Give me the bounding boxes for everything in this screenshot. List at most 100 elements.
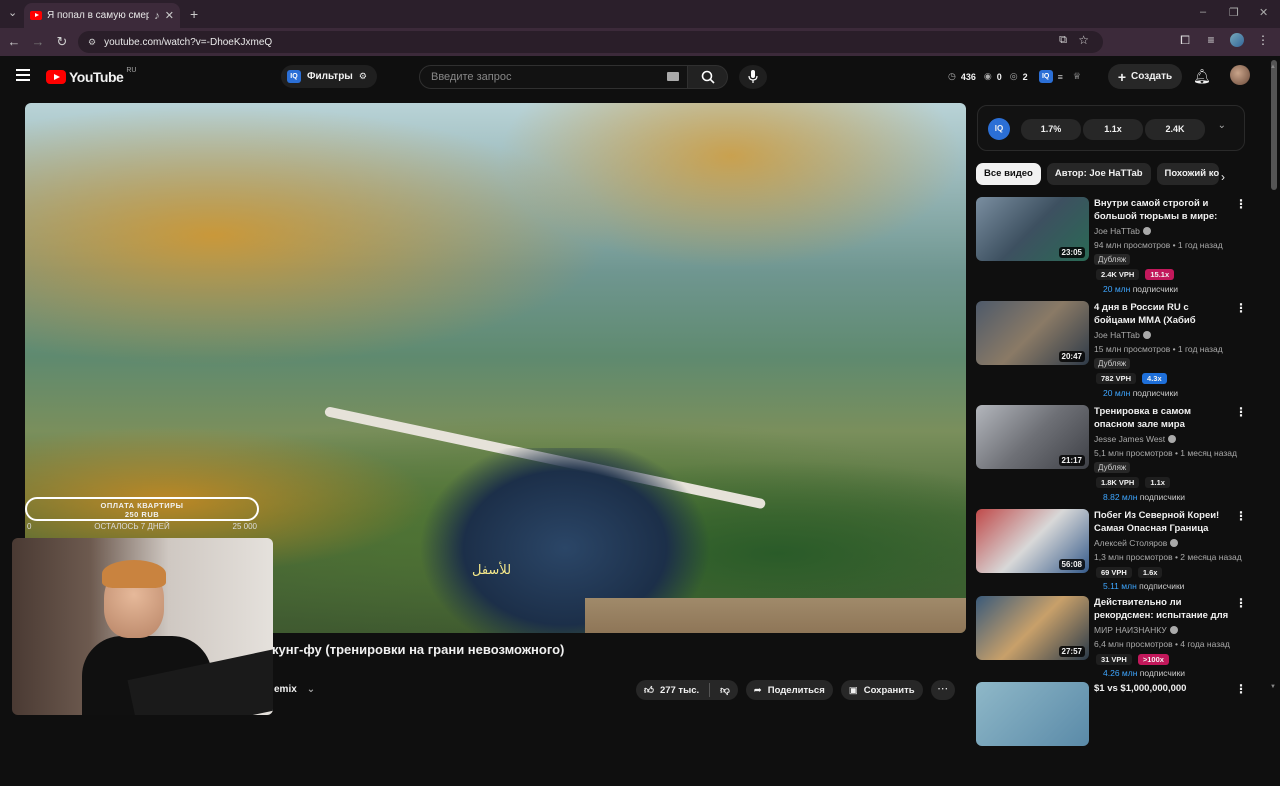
minimize-icon[interactable]: – [1200,6,1206,18]
recommendation-title[interactable]: 4 дня в России RU с бойцами MMA (Хабиб Н… [1094,301,1230,327]
video-duration: 27:57 [1058,646,1085,657]
recommendation-thumbnail[interactable]: 27:57 [976,596,1089,660]
like-dislike-group[interactable]: 👍︎ 277 тыс. 👎︎ [636,680,738,700]
channel-chevron-icon[interactable]: ⌄ [307,684,315,695]
tab-search-chevron-icon[interactable]: ⌄ [8,6,17,19]
subs-word: подписчики [1139,668,1186,678]
recommendation-card[interactable]: 23:05 Внутри самой строгой и большой тюрь… [976,197,1247,301]
share-button[interactable]: ➦ Поделиться [745,680,833,700]
trophy-icon[interactable]: ♕ [1073,71,1081,82]
verified-icon [1170,539,1179,547]
more-vertical-icon[interactable]: ⋮ [1235,197,1247,211]
search-button[interactable] [688,65,728,89]
reload-icon[interactable]: ↻ [50,34,74,50]
recommendation-title[interactable]: Действительно ли рекордсмен: испытание д… [1094,596,1230,622]
multiplier-badge: 15.1x [1145,269,1175,280]
save-label: Сохранить [863,684,915,696]
search-icon [701,70,715,84]
recommendation-title[interactable]: Внутри самой строгой и большой тюрьмы в … [1094,197,1230,223]
back-icon[interactable]: ← [2,34,26,49]
thumbs-down-icon[interactable]: 👎︎ [720,684,730,696]
vph-badge: 1.8K VPH [1096,477,1140,488]
chip-all-videos[interactable]: Все видео [976,163,1041,185]
create-button[interactable]: + Создать [1108,64,1182,89]
recommendation-card[interactable]: 21:17 Тренировка в самом опасном зале мир… [976,405,1247,509]
scroll-down-icon[interactable]: ▼ [1270,684,1276,690]
profile-icon[interactable] [1230,33,1244,47]
eye-off-icon: ◎ [1009,71,1018,81]
restore-icon[interactable]: ❐ [1229,6,1239,19]
iq-logo[interactable]: IQ [988,118,1010,140]
recommendation-channel[interactable]: Jesse James West [1094,434,1177,444]
donation-title: ОПЛАТА КВАРТИРЫ [100,501,184,510]
recommendation-thumbnail[interactable]: 20:47 [976,301,1089,365]
reading-list-icon[interactable]: ≡ [1204,33,1218,47]
forward-icon[interactable]: → [26,34,50,49]
install-app-icon[interactable]: ⧉ [1059,34,1067,47]
recommendation-thumbnail[interactable] [976,682,1089,746]
iq-badge-icon[interactable]: IQ [1038,70,1053,83]
multiplier-badge: 4.3x [1142,373,1167,384]
youtube-logo[interactable]: YouTube RU [46,67,136,85]
page-scrollbar[interactable] [1271,60,1277,190]
youtube-logo-text: YouTube [69,69,124,85]
browser-tab[interactable]: Я попал в самую смертонос ♪ ✕ [24,3,180,28]
recommendation-title[interactable]: $1 vs $1,000,000,000 [1094,682,1230,695]
recommendation-channel[interactable]: Joe HaTTab [1094,330,1151,340]
recommendation-meta: 15 млн просмотров • 1 год назад [1094,344,1223,354]
thumbs-up-icon[interactable]: 👍︎ [644,684,654,696]
channel-name: Алексей Столяров [1094,538,1168,548]
streamer-webcam [12,538,273,715]
more-vertical-icon[interactable]: ⋮ [1235,682,1247,696]
save-button[interactable]: ▣ Сохранить [840,680,923,700]
more-vertical-icon[interactable]: ⋮ [1235,301,1247,315]
more-vertical-icon[interactable]: ⋮ [1235,596,1247,610]
save-playlist-icon: ▣ [848,684,858,696]
extensions-icon[interactable]: ⧠ [1178,33,1192,47]
recommendation-thumbnail[interactable]: 21:17 [976,405,1089,469]
subs-value: 8.82 млн [1103,492,1138,502]
bookmark-star-icon[interactable]: ☆ [1078,33,1089,47]
chip-author[interactable]: Автор: Joe HaTTab [1046,163,1151,185]
list-icon[interactable]: ≡ [1058,72,1063,82]
site-info-icon[interactable]: ⚙ [88,37,96,48]
filters-button[interactable]: IQ Фильтры ⚙ [281,65,377,88]
video-title: кунг-фу (тренировки на грани невозможног… [272,642,565,657]
voice-search-button[interactable] [739,65,767,89]
video-duration: 23:05 [1058,247,1085,258]
tab-close-icon[interactable]: ✕ [165,9,174,22]
search-input[interactable]: Введите запрос [419,65,688,89]
browser-menu-icon[interactable]: ⋮ [1256,33,1270,47]
address-bar[interactable]: ⚙ youtube.com/watch?v=-DhoeKJxmeQ ⧉ ☆ [78,31,1103,53]
tab-audio-icon[interactable]: ♪ [154,10,160,22]
donation-remaining: ОСТАЛОСЬ 7 ДНЕЙ [94,522,170,531]
subscriber-count: 5.11 млн подписчики [1103,581,1184,591]
chip-similar[interactable]: Похожий ко [1156,163,1219,185]
verified-icon [1168,435,1177,443]
more-actions-button[interactable]: ⋯ [930,680,955,700]
dub-label: Дубляж [1098,359,1127,368]
chips-next-chevron-icon[interactable]: › [1221,170,1225,184]
recommendation-thumbnail[interactable]: 23:05 [976,197,1089,261]
recommendation-thumbnail[interactable]: 56:08 [976,509,1089,573]
recommendation-title[interactable]: Побег Из Северной Кореи! Самая Опасная Г… [1094,509,1230,535]
account-avatar[interactable] [1230,65,1250,85]
recommendation-card[interactable]: 20:47 4 дня в России RU с бойцами MMA (Ха… [976,301,1247,405]
notifications-bell-icon[interactable]: 🔔︎ [1193,68,1211,85]
keyboard-icon[interactable] [667,72,679,81]
recommendation-card[interactable]: $1 vs $1,000,000,000 ⋮ [976,682,1247,786]
more-vertical-icon[interactable]: ⋮ [1235,405,1247,419]
recommendation-stats: 1.8K VPH 1.1x [1096,477,1170,488]
iq-expand-chevron-icon[interactable]: ⌄ [1218,120,1226,131]
recommendation-channel[interactable]: Алексей Столяров [1094,538,1179,548]
recommendation-channel[interactable]: МИР НАИЗНАНКУ [1094,625,1178,635]
scroll-up-icon[interactable]: ▲ [1270,64,1276,70]
video-channel[interactable]: emix ⌄ [274,684,315,695]
more-vertical-icon[interactable]: ⋮ [1235,509,1247,523]
window-close-icon[interactable]: ✕ [1259,6,1268,19]
subs-word: подписчики [1139,492,1186,502]
new-tab-icon[interactable]: + [190,6,198,22]
recommendation-channel[interactable]: Joe HaTTab [1094,226,1151,236]
recommendation-title[interactable]: Тренировка в самом опасном зале мира (Di… [1094,405,1230,431]
hamburger-menu-icon[interactable] [16,69,30,81]
